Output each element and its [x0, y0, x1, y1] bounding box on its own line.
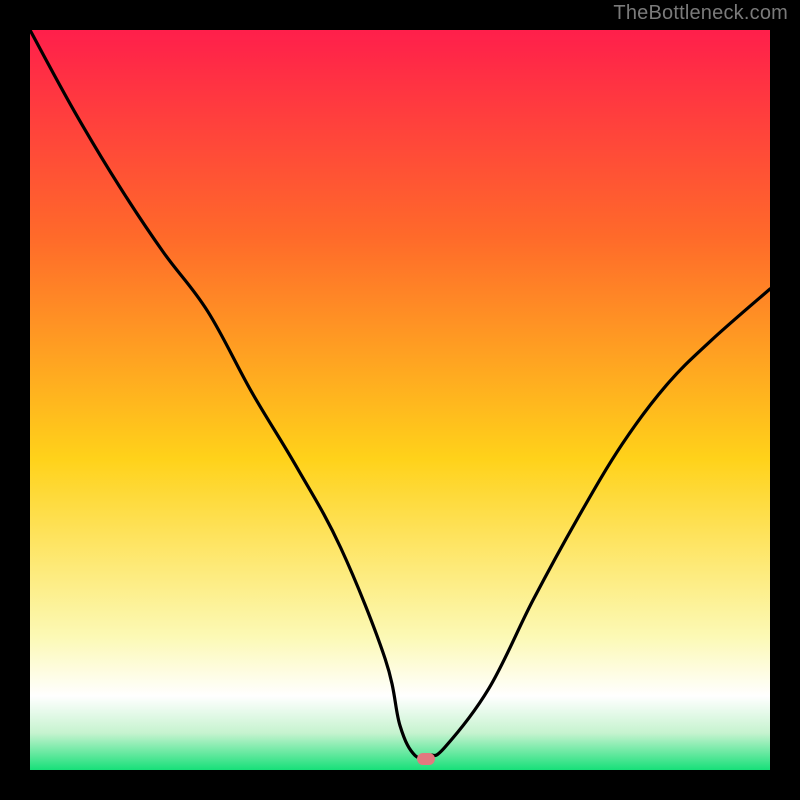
watermark-text: TheBottleneck.com	[613, 2, 788, 25]
optimum-marker	[417, 753, 435, 765]
chart-container: TheBottleneck.com	[0, 0, 800, 800]
plot-area	[30, 30, 770, 770]
bottleneck-curve	[30, 30, 770, 770]
